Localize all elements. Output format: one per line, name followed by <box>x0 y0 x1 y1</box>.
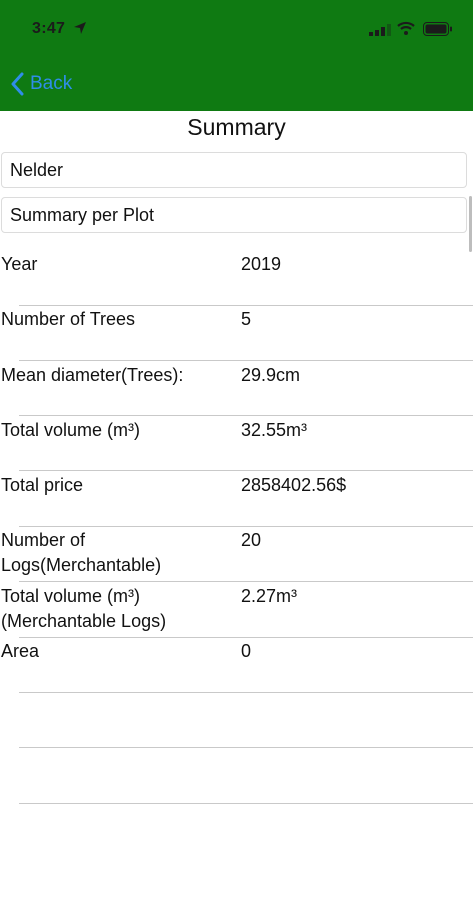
row-value-total-volume: 32.55m³ <box>241 420 308 440</box>
row-separator <box>19 692 473 693</box>
row-label-total-price: Total price <box>1 475 84 495</box>
page-title: Summary <box>187 114 286 140</box>
row-label-total-volume: Total volume (m³) <box>1 420 141 440</box>
row-label-mean-diameter: Mean diameter(Trees): <box>1 365 184 385</box>
scroll-indicator <box>469 196 472 252</box>
row-value-merch-volume: 2.27m³ <box>241 586 298 606</box>
row-separator <box>19 581 473 582</box>
row-value-area: 0 <box>241 641 252 661</box>
row-label-merch-volume-line2: (Merchantable Logs) <box>1 611 167 631</box>
status-time: 3:47 <box>32 20 66 37</box>
row-label-year: Year <box>1 254 38 274</box>
row-value-number-of-trees: 5 <box>241 309 252 329</box>
back-button[interactable]: Back <box>10 70 72 98</box>
row-separator <box>19 470 473 471</box>
row-value-number-of-logs: 20 <box>241 530 262 550</box>
summary-mode-field[interactable]: Summary per Plot <box>1 197 467 233</box>
row-value-year: 2019 <box>241 254 282 274</box>
battery-icon <box>423 22 452 36</box>
location-arrow-icon <box>74 22 86 34</box>
row-separator <box>19 415 473 416</box>
wifi-icon <box>397 21 415 35</box>
row-value-total-price: 2858402.56$ <box>241 475 347 495</box>
row-label-merch-volume-line1: Total volume (m³) <box>1 586 141 606</box>
project-field[interactable]: Nelder <box>1 152 467 188</box>
back-button-label: Back <box>30 73 73 94</box>
row-separator <box>19 747 473 748</box>
row-separator <box>19 803 473 804</box>
row-separator <box>19 637 473 638</box>
nav-header: 3:47 Back <box>0 0 473 111</box>
row-label-area: Area <box>1 641 40 661</box>
row-value-mean-diameter: 29.9cm <box>241 365 301 385</box>
row-separator <box>19 305 473 306</box>
row-separator <box>19 526 473 527</box>
row-label-number-of-logs-line2: Logs(Merchantable) <box>1 555 162 575</box>
row-label-number-of-trees: Number of Trees <box>1 309 136 329</box>
row-separator <box>19 360 473 361</box>
row-label-number-of-logs-line1: Number of <box>1 530 86 550</box>
chevron-left-icon <box>11 72 24 96</box>
cellular-signal-icon <box>369 24 391 36</box>
